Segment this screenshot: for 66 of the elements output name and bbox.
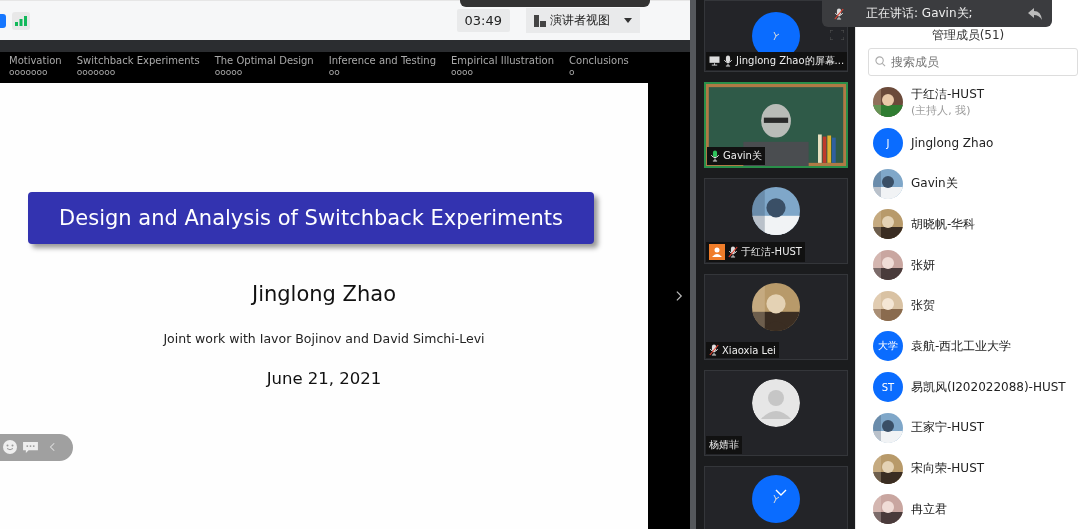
participant-name: 于红洁-HUST bbox=[741, 245, 802, 259]
video-tile[interactable]: 杨婧菲 bbox=[704, 370, 848, 456]
muted-mic-icon bbox=[834, 7, 844, 20]
member-name[interactable]: Jinglong Zhao bbox=[911, 136, 994, 151]
video-tile[interactable]: Jinglong Zhao的屏幕... bbox=[704, 0, 848, 72]
member-name[interactable]: 袁航-西北工业大学 bbox=[911, 337, 1012, 355]
expand-icon[interactable] bbox=[676, 290, 683, 302]
member-role: (主持人, 我) bbox=[911, 103, 972, 119]
section-link[interactable]: Conclusions bbox=[569, 55, 629, 67]
signal-icon[interactable] bbox=[12, 11, 30, 30]
member-avatar: 大学 bbox=[873, 331, 903, 362]
host-icon bbox=[709, 244, 725, 260]
participant-name: Xiaoxia Lei bbox=[722, 344, 776, 356]
reply-icon[interactable] bbox=[1028, 7, 1042, 20]
member-name[interactable]: 王家宁-HUST bbox=[911, 419, 985, 437]
member-name[interactable]: 胡晓帆-华科 bbox=[911, 215, 976, 233]
slide-author: Jinglong Zhao bbox=[251, 282, 397, 306]
user-avatar bbox=[752, 475, 800, 523]
video-tile[interactable]: Gavin关 bbox=[704, 82, 848, 168]
participant-name: Jinglong Zhao的屏幕... bbox=[736, 54, 845, 68]
member-name[interactable]: 易凯风(I202022088)-HUST bbox=[911, 378, 1066, 396]
search-field[interactable]: 搜索成员 bbox=[868, 48, 1078, 76]
screen-share-icon bbox=[709, 56, 720, 66]
layout-icon bbox=[534, 14, 546, 27]
section-link[interactable]: Inference and Testing bbox=[328, 55, 437, 67]
slide-dots: ooooooo bbox=[76, 67, 117, 77]
caret-icon bbox=[624, 18, 632, 23]
chat-icon[interactable] bbox=[23, 440, 38, 454]
microphone-icon bbox=[723, 55, 733, 67]
slide-date: June 21, 2021 bbox=[266, 369, 382, 388]
panel-title: 管理成员(51) bbox=[931, 27, 1005, 44]
section-link[interactable]: Switchback Experiments bbox=[76, 55, 200, 67]
muted-mic-icon bbox=[709, 344, 719, 356]
slide-subtitle: Joint work with Iavor Bojinov and David Simchi-Levi bbox=[163, 331, 485, 346]
participant-name: 杨婧菲 bbox=[709, 438, 739, 452]
member-avatar: J bbox=[873, 128, 903, 159]
video-tile[interactable] bbox=[704, 466, 848, 529]
slide-dots: oooo bbox=[451, 67, 475, 77]
slide-dots: ooooooo bbox=[9, 67, 49, 77]
emoji-icon[interactable] bbox=[3, 440, 17, 455]
view-mode-button[interactable]: 演讲者视图 bbox=[526, 8, 640, 33]
chevron-down-icon[interactable] bbox=[775, 489, 787, 497]
member-name[interactable]: 张妍 bbox=[911, 256, 935, 274]
video-tile[interactable]: Xiaoxia Lei bbox=[704, 274, 848, 360]
member-name[interactable]: 冉立君 bbox=[911, 500, 947, 518]
section-link[interactable]: Empirical Illustration bbox=[451, 55, 555, 67]
meeting-timer: 03:49 bbox=[456, 9, 510, 32]
shield-icon[interactable] bbox=[0, 13, 6, 28]
microphone-icon bbox=[710, 150, 720, 162]
muted-mic-icon bbox=[728, 246, 738, 258]
video-tile[interactable]: 于红洁-HUST bbox=[704, 178, 848, 264]
member-avatar: ST bbox=[873, 372, 903, 403]
section-link[interactable]: Motivation bbox=[9, 55, 62, 67]
slide-dots: oo bbox=[328, 67, 341, 77]
slide-title: Design and Analysis of Switchback Experiments bbox=[28, 192, 594, 244]
participant-name: Gavin关 bbox=[723, 149, 762, 163]
default-avatar-icon bbox=[752, 379, 800, 427]
member-name[interactable]: Gavin关 bbox=[911, 175, 958, 193]
search-icon bbox=[875, 56, 886, 67]
member-name[interactable]: 宋向荣-HUST bbox=[911, 460, 985, 478]
member-name[interactable]: 张贺 bbox=[911, 297, 935, 315]
section-link[interactable]: The Optimal Design bbox=[214, 55, 314, 67]
member-name[interactable]: 于红洁-HUST bbox=[911, 86, 985, 104]
speaking-text: 正在讲话: Gavin关; bbox=[866, 5, 973, 22]
slide-dots: ooooo bbox=[214, 67, 244, 77]
slide-dots: o bbox=[569, 67, 576, 77]
